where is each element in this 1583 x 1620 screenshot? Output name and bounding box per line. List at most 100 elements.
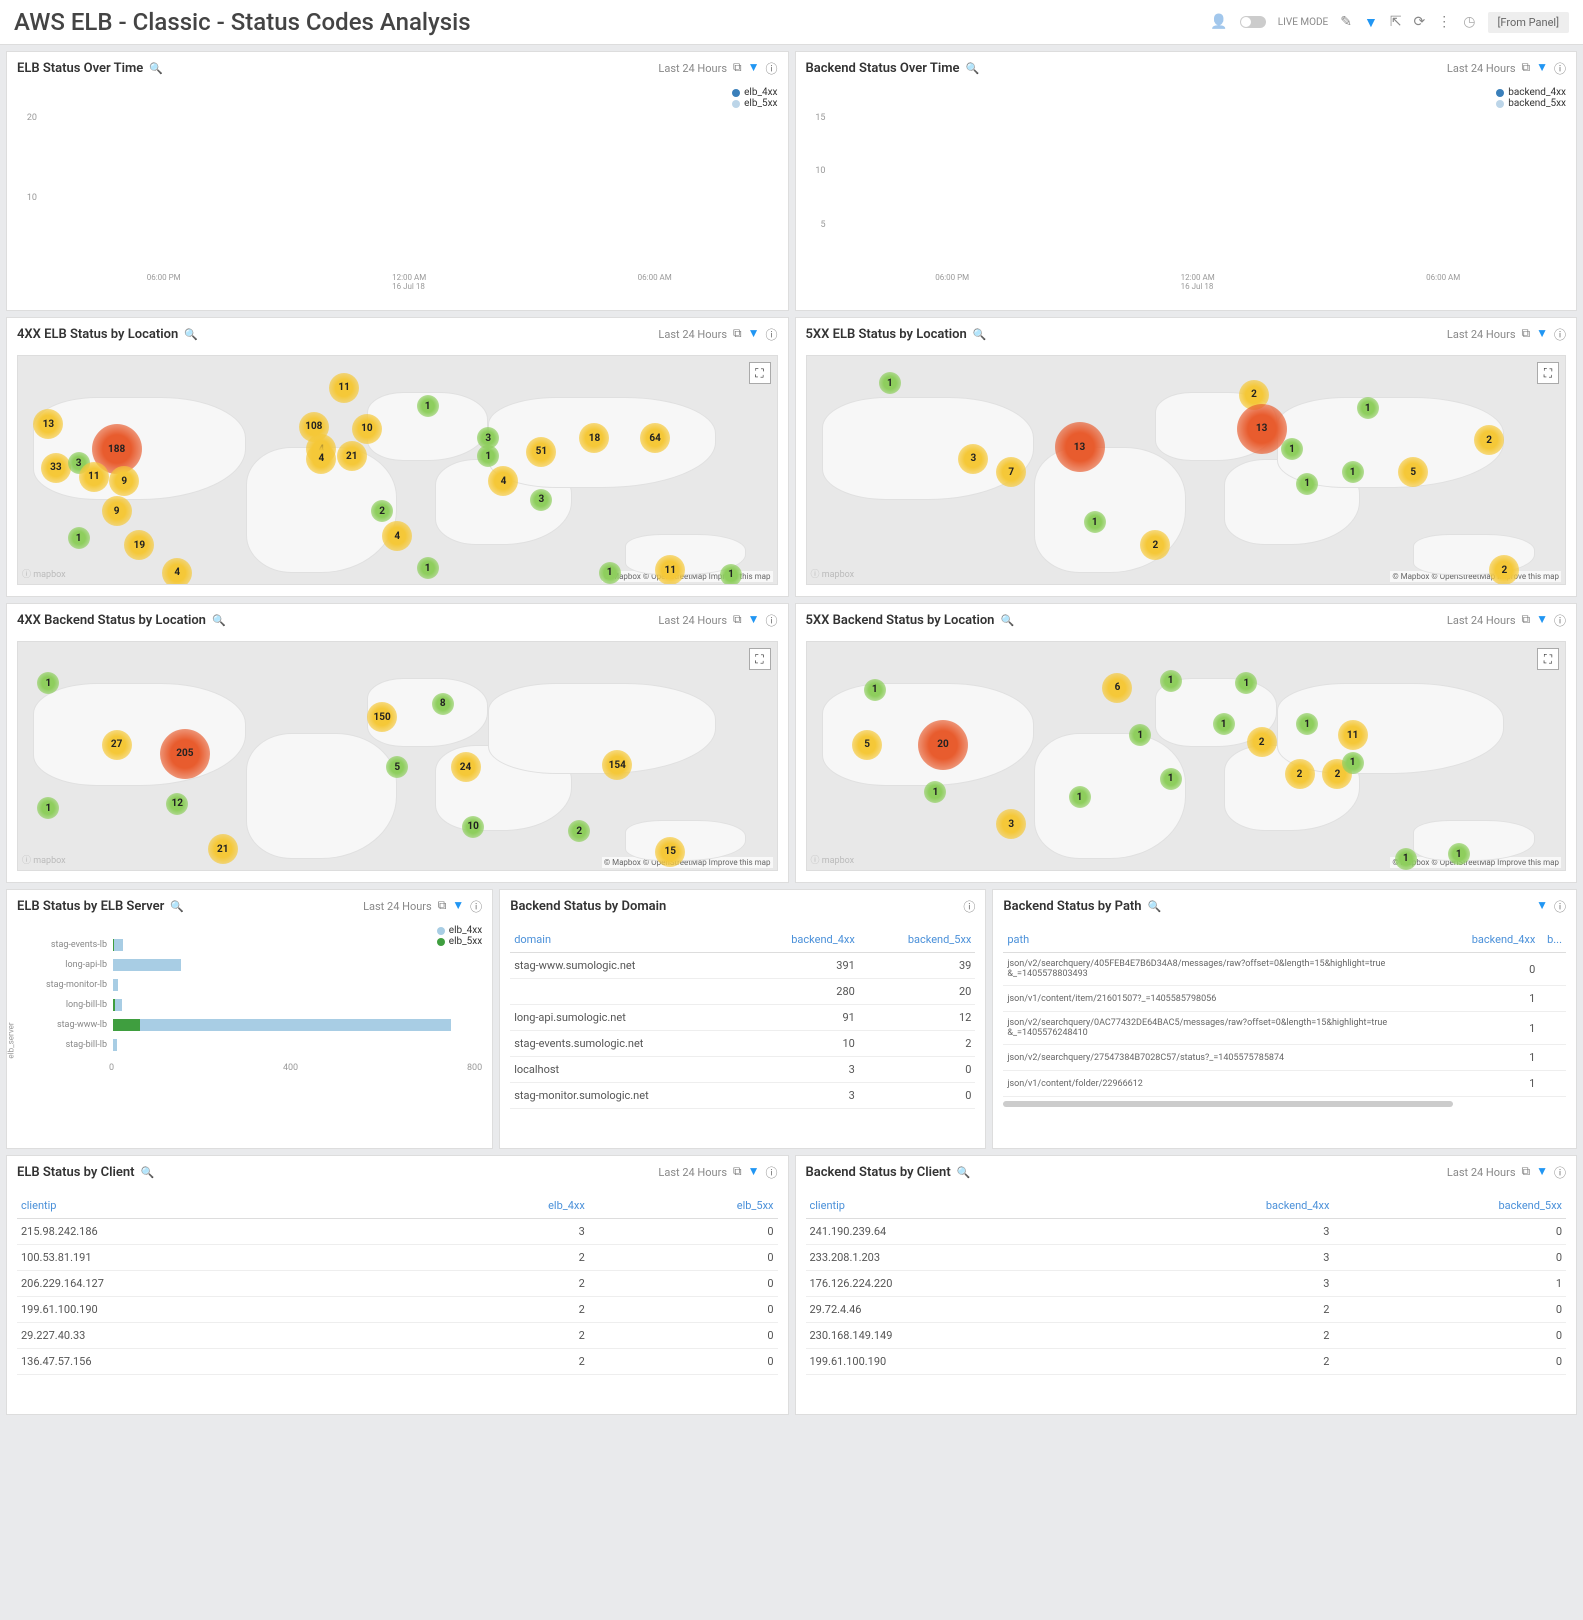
info-icon[interactable]: ⓘ <box>765 326 777 343</box>
table-row[interactable]: 199.61.100.19020 <box>17 1297 778 1323</box>
table-row[interactable]: 29.227.40.3320 <box>17 1323 778 1349</box>
table-row[interactable]: 136.47.57.15620 <box>17 1349 778 1375</box>
copy-icon[interactable]: ⧉ <box>438 898 447 915</box>
map-bubble[interactable]: 11 <box>1338 720 1368 750</box>
map-bubble[interactable]: 1 <box>1357 397 1379 419</box>
map-bubble[interactable]: 27 <box>102 730 132 760</box>
map-bubble[interactable]: 1 <box>1448 843 1470 865</box>
map-bubble[interactable]: 10 <box>352 414 382 444</box>
map-bubble[interactable]: 1 <box>1235 672 1257 694</box>
copy-icon[interactable]: ⧉ <box>1522 326 1531 343</box>
table-row[interactable]: 206.229.164.12720 <box>17 1271 778 1297</box>
table-row[interactable]: long-api.sumologic.net9112 <box>510 1005 975 1031</box>
fullscreen-icon[interactable]: ⛶ <box>749 362 771 384</box>
map-bubble[interactable]: 4 <box>488 466 518 496</box>
info-icon[interactable]: ⓘ <box>765 1164 777 1181</box>
copy-icon[interactable]: ⧉ <box>733 612 742 629</box>
info-icon[interactable]: ⓘ <box>765 612 777 629</box>
copy-icon[interactable]: ⧉ <box>733 326 742 343</box>
info-icon[interactable]: ⓘ <box>1554 326 1566 343</box>
table-row[interactable]: 230.168.149.14920 <box>806 1323 1567 1349</box>
table-row[interactable]: 233.208.1.20330 <box>806 1245 1567 1271</box>
map-bubble[interactable]: 5 <box>852 730 882 760</box>
table-row[interactable]: stag-www.sumologic.net39139 <box>510 953 975 979</box>
more-icon[interactable]: ⋮ <box>1437 14 1451 30</box>
copy-icon[interactable]: ⧉ <box>733 1164 742 1181</box>
map-bubble[interactable]: 2 <box>1285 759 1315 789</box>
magnify-icon[interactable]: 🔍 <box>140 1166 154 1179</box>
table-row[interactable]: localhost30 <box>510 1057 975 1083</box>
live-mode-toggle[interactable] <box>1240 16 1266 28</box>
info-icon[interactable]: ⓘ <box>1554 898 1566 915</box>
info-icon[interactable]: ⓘ <box>1554 1164 1566 1181</box>
filter-icon[interactable]: ▼ <box>748 612 760 629</box>
map-bubble[interactable]: 1 <box>1296 713 1318 735</box>
map[interactable]: ⛶ ⓘ mapbox © Mapbox © OpenStreetMap Impr… <box>806 641 1567 871</box>
map-bubble[interactable]: 21 <box>337 441 367 471</box>
map-bubble[interactable]: 2 <box>1489 555 1519 585</box>
fullscreen-icon[interactable]: ⛶ <box>749 648 771 670</box>
map-bubble[interactable]: 9 <box>102 496 132 526</box>
map-bubble[interactable]: 1 <box>1296 473 1318 495</box>
map-bubble[interactable]: 2 <box>568 820 590 842</box>
table-row[interactable]: json/v1/content/folder/229666121 <box>1003 1071 1566 1097</box>
map-bubble[interactable]: 9 <box>109 466 139 496</box>
share-icon[interactable]: ⇱ <box>1390 14 1402 30</box>
refresh-icon[interactable]: ⟳ <box>1414 14 1426 30</box>
magnify-icon[interactable]: 🔍 <box>1148 900 1162 913</box>
info-icon[interactable]: ⓘ <box>1554 60 1566 77</box>
info-icon[interactable]: ⓘ <box>470 898 482 915</box>
filter-icon[interactable]: ▼ <box>1364 14 1378 31</box>
filter-icon[interactable]: ▼ <box>748 60 760 77</box>
map-bubble[interactable]: 15 <box>655 837 685 867</box>
map-bubble[interactable]: 5 <box>386 756 408 778</box>
map-bubble[interactable]: 18 <box>579 423 609 453</box>
map-bubble[interactable]: 13 <box>1055 422 1105 472</box>
map-bubble[interactable]: 11 <box>79 462 109 492</box>
filter-icon[interactable]: ▼ <box>1536 898 1548 915</box>
map-bubble[interactable]: 2 <box>1474 425 1504 455</box>
map-bubble[interactable]: 21 <box>208 834 238 864</box>
map-bubble[interactable]: 1 <box>720 564 742 585</box>
table-row[interactable]: json/v2/searchquery/27547384B7028C57/sta… <box>1003 1045 1566 1071</box>
table-row[interactable]: 176.126.224.22031 <box>806 1271 1567 1297</box>
table-row[interactable]: 29.72.4.4620 <box>806 1297 1567 1323</box>
map-bubble[interactable]: 1 <box>1129 724 1151 746</box>
map-bubble[interactable]: 19 <box>124 530 154 560</box>
map-bubble[interactable]: 64 <box>640 423 670 453</box>
filter-icon[interactable]: ▼ <box>1536 60 1548 77</box>
map-bubble[interactable]: 13 <box>1237 404 1287 454</box>
map-bubble[interactable]: 6 <box>1102 673 1132 703</box>
magnify-icon[interactable]: 🔍 <box>957 1166 971 1179</box>
map-bubble[interactable]: 1 <box>417 557 439 579</box>
map-bubble[interactable]: 4 <box>162 558 192 585</box>
map-bubble[interactable]: 1 <box>879 372 901 394</box>
table-row[interactable]: 28020 <box>510 979 975 1005</box>
copy-icon[interactable]: ⧉ <box>1522 60 1531 77</box>
map-bubble[interactable]: 11 <box>655 555 685 585</box>
map-bubble[interactable]: 1 <box>1342 752 1364 774</box>
magnify-icon[interactable]: 🔍 <box>973 328 987 341</box>
map-bubble[interactable]: 1 <box>1069 786 1091 808</box>
map-bubble[interactable]: 8 <box>432 693 454 715</box>
table-row[interactable]: json/v2/searchquery/405FEB4E7B6D34A8/mes… <box>1003 953 1566 986</box>
map-bubble[interactable]: 4 <box>382 521 412 551</box>
map-bubble[interactable]: 1 <box>37 672 59 694</box>
copy-icon[interactable]: ⧉ <box>733 60 742 77</box>
table-row[interactable]: stag-monitor.sumologic.net30 <box>510 1083 975 1109</box>
magnify-icon[interactable]: 🔍 <box>966 62 980 75</box>
map-bubble[interactable]: 1 <box>1395 848 1417 870</box>
map-bubble[interactable]: 51 <box>526 437 556 467</box>
map-bubble[interactable]: 1 <box>1084 511 1106 533</box>
map-bubble[interactable]: 205 <box>160 729 210 779</box>
map-bubble[interactable]: 1 <box>864 679 886 701</box>
magnify-icon[interactable]: 🔍 <box>170 900 184 913</box>
map-bubble[interactable]: 7 <box>996 457 1026 487</box>
map-bubble[interactable]: 1 <box>1160 670 1182 692</box>
map-bubble[interactable]: 1 <box>417 395 439 417</box>
filter-icon[interactable]: ▼ <box>1536 612 1548 629</box>
map-bubble[interactable]: 2 <box>1247 727 1277 757</box>
info-icon[interactable]: ⓘ <box>963 898 975 915</box>
map-bubble[interactable]: 1 <box>68 527 90 549</box>
map-bubble[interactable]: 2 <box>1140 530 1170 560</box>
